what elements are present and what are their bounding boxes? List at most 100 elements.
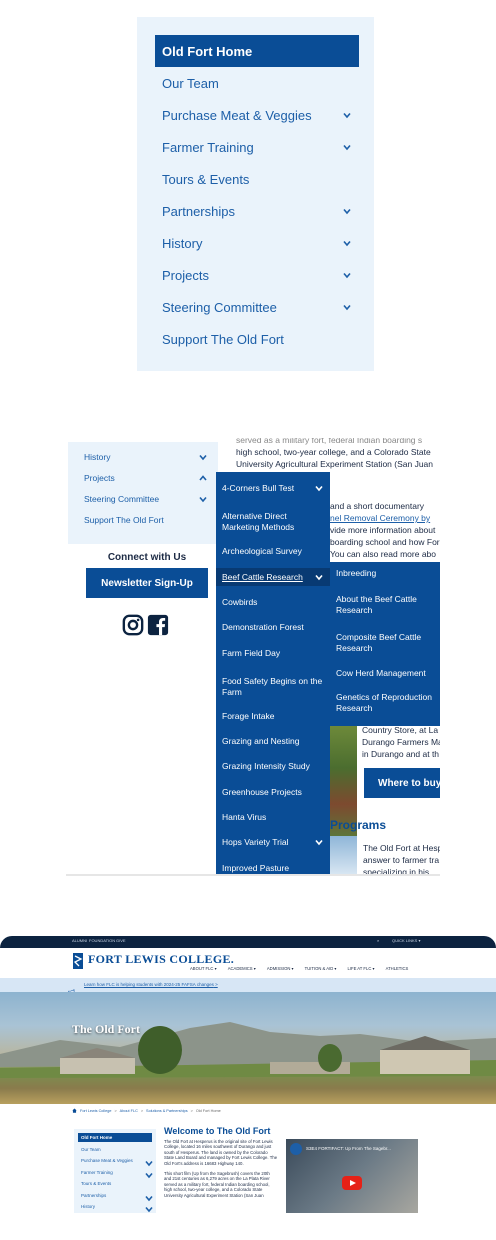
programs-heading: Programs	[330, 818, 387, 832]
menu-item-grazing-intensity-study[interactable]: Grazing Intensity Study	[216, 757, 330, 775]
chevron-down-icon[interactable]	[198, 494, 208, 504]
sidebar-item-purchase-meat-veggies[interactable]: Purchase Meat & Veggies	[155, 99, 359, 131]
sidebar-item-old-fort-home[interactable]: Old Fort Home	[155, 35, 359, 67]
nav-item-about-flc[interactable]: ABOUT FLC ▾	[190, 966, 217, 971]
menu-item-label: Hanta Virus	[222, 811, 267, 822]
chevron-down-icon[interactable]	[342, 302, 352, 312]
utility-link-alumni[interactable]: ALUMNI	[72, 938, 87, 943]
chevron-down-icon[interactable]	[342, 238, 352, 248]
sidebar-item-label: Purchase Meat & Veggies	[81, 1158, 133, 1163]
sidebar-item-support-the-old-fort[interactable]: Support The Old Fort	[84, 515, 214, 525]
sidebar-item-history[interactable]: History	[84, 452, 214, 462]
sidebar-item-history[interactable]: History	[155, 227, 359, 259]
newsletter-button[interactable]: Newsletter Sign-Up	[86, 568, 208, 598]
chevron-up-icon[interactable]	[198, 473, 208, 483]
submenu-item-cow-herd-management[interactable]: Cow Herd Management	[330, 668, 440, 684]
menu-item-cowbirds[interactable]: Cowbirds	[216, 593, 330, 611]
sidebar-item-tours-events[interactable]: Tours & Events	[78, 1179, 152, 1188]
sidebar-item-label: History	[162, 235, 203, 251]
chevron-down-icon[interactable]	[144, 1158, 153, 1167]
instagram-icon[interactable]	[122, 614, 144, 636]
sidebar-item-old-fort-home[interactable]: Old Fort Home	[78, 1133, 152, 1142]
menu-item-alternative-direct-marketing-methods[interactable]: Alternative Direct Marketing Methods	[216, 504, 330, 540]
chevron-down-icon[interactable]	[342, 270, 352, 280]
video-embed[interactable]: S3E4 FORTIFACT: Up From The Sagebr...	[286, 1139, 418, 1213]
site-logo[interactable]: FORT LEWIS COLLEGE.	[88, 952, 234, 967]
programs-line: answer to farmer tra	[363, 855, 440, 865]
sidebar-item-partnerships[interactable]: Partnerships	[155, 195, 359, 227]
intro-text: The Old Fort at Hesperus is the original…	[164, 1139, 278, 1198]
menu-item-hanta-virus[interactable]: Hanta Virus	[216, 808, 330, 826]
submenu-item-inbreeding[interactable]: Inbreeding	[330, 568, 440, 584]
sidebar-item-farmer-training[interactable]: Farmer Training	[155, 131, 359, 163]
menu-item-label: Archeological Survey	[222, 545, 302, 556]
nav-item-tuition-aid[interactable]: TUITION & AID ▾	[305, 966, 337, 971]
sidebar-item-steering-committee[interactable]: Steering Committee	[155, 291, 359, 323]
breadcrumb-item[interactable]: Fort Lewis College	[80, 1109, 111, 1113]
sidebar-item-steering-committee[interactable]: Steering Committee	[84, 494, 214, 504]
menu-item-demonstration-forest[interactable]: Demonstration Forest	[216, 618, 330, 636]
projects-dropdown: 4-Corners Bull Test Alternative Direct Ma…	[216, 472, 330, 874]
utility-link-foundation[interactable]: FOUNDATION	[89, 938, 115, 943]
chevron-down-icon[interactable]	[144, 1204, 153, 1213]
facebook-icon[interactable]	[147, 614, 169, 636]
utility-link-give[interactable]: GIVE	[116, 938, 126, 943]
sidebar-item-label: Our Team	[162, 75, 219, 91]
video-title: S3E4 FORTIFACT: Up From The Sagebr...	[306, 1146, 391, 1151]
sidebar-item-label: Purchase Meat & Veggies	[162, 107, 312, 123]
fort-lewis-logo-icon[interactable]	[72, 952, 84, 970]
menu-item-improved-pasture[interactable]: Improved Pasture	[216, 859, 330, 874]
breadcrumb-item[interactable]: About FLC	[120, 1109, 138, 1113]
sidebar-item-history[interactable]: History	[78, 1202, 153, 1213]
chevron-down-icon[interactable]	[198, 452, 208, 462]
chevron-down-icon[interactable]	[144, 1193, 153, 1201]
sidebar-item-our-team[interactable]: Our Team	[78, 1145, 152, 1154]
search-icon[interactable]: ⌕	[377, 938, 379, 943]
menu-item-grazing-and-nesting[interactable]: Grazing and Nesting	[216, 732, 330, 750]
play-icon[interactable]	[342, 1176, 362, 1190]
intro-paragraph: The Old Fort at Hesperus is the original…	[164, 1139, 278, 1166]
fafsa-link[interactable]: Learn how FLC is helping students with 2…	[84, 982, 218, 987]
where-to-buy-button[interactable]: Where to buy	[364, 768, 440, 798]
nav-item-athletics[interactable]: ATHLETICS	[386, 966, 409, 971]
submenu-item-about-the-beef-cattle-research[interactable]: About the Beef Cattle Research	[330, 594, 440, 624]
chevron-down-icon[interactable]	[342, 206, 352, 216]
sidebar-item-our-team[interactable]: Our Team	[155, 67, 359, 99]
menu-item-greenhouse-projects[interactable]: Greenhouse Projects	[216, 783, 330, 801]
submenu-item-genetics-of-reproduction-research[interactable]: Genetics of Reproduction Research	[330, 692, 440, 722]
home-icon[interactable]	[72, 1108, 77, 1114]
hero-image: The Old Fort	[0, 992, 496, 1104]
sidebar-item-tours-events[interactable]: Tours & Events	[155, 163, 359, 195]
menu-item-beef-cattle-research[interactable]: Beef Cattle Research	[216, 568, 330, 586]
sidebar-item-farmer-training[interactable]: Farmer Training	[78, 1168, 153, 1178]
chevron-down-icon[interactable]	[314, 837, 324, 847]
nav-item-academics[interactable]: ACADEMICS ▾	[228, 966, 256, 971]
menu-item-forage-intake[interactable]: Forage Intake	[216, 707, 330, 725]
menu-item-food-safety-begins-on-the-farm[interactable]: Food Safety Begins on the Farm	[216, 669, 330, 705]
quick-links-button[interactable]: QUICK LINKS ▾	[392, 938, 420, 943]
nav-item-life-at-flc[interactable]: LIFE AT FLC ▾	[348, 966, 375, 971]
sidebar-item-projects[interactable]: Projects	[84, 473, 214, 483]
projects-submenu-view: served as a military fort, federal India…	[66, 438, 440, 876]
chevron-down-icon[interactable]	[144, 1170, 153, 1178]
sidebar-item-support-the-old-fort[interactable]: Support The Old Fort	[155, 323, 359, 355]
full-page-view: ALUMNI FOUNDATION GIVE ⌕ QUICK LINKS ▾ F…	[0, 936, 496, 1240]
menu-item-4-corners-bull-test[interactable]: 4-Corners Bull Test	[216, 479, 330, 497]
sidebar-item-projects[interactable]: Projects	[155, 259, 359, 291]
menu-item-label: Demonstration Forest	[222, 621, 304, 632]
utility-bar: ALUMNI FOUNDATION GIVE ⌕ QUICK LINKS ▾	[0, 936, 496, 948]
chevron-down-icon[interactable]	[314, 483, 324, 493]
menu-item-hops-variety-trial[interactable]: Hops Variety Trial	[216, 833, 330, 851]
breadcrumb-item[interactable]: Solutions & Partnerships	[146, 1109, 188, 1113]
menu-item-farm-field-day[interactable]: Farm Field Day	[216, 644, 330, 662]
chevron-down-icon[interactable]	[342, 110, 352, 120]
menu-item-archeological-survey[interactable]: Archeological Survey	[216, 542, 330, 560]
sidebar-item-partnerships[interactable]: Partnerships	[78, 1191, 153, 1201]
submenu-item-label: Inbreeding	[336, 568, 377, 578]
sidebar-item-purchase-meat-veggies[interactable]: Purchase Meat & Veggies	[78, 1156, 153, 1167]
chevron-down-icon[interactable]	[314, 572, 324, 582]
breadcrumb-separator: >	[140, 1109, 144, 1113]
chevron-down-icon[interactable]	[342, 142, 352, 152]
nav-item-admission[interactable]: ADMISSION ▾	[267, 966, 294, 971]
submenu-item-composite-beef-cattle-research[interactable]: Composite Beef Cattle Research	[330, 632, 440, 662]
